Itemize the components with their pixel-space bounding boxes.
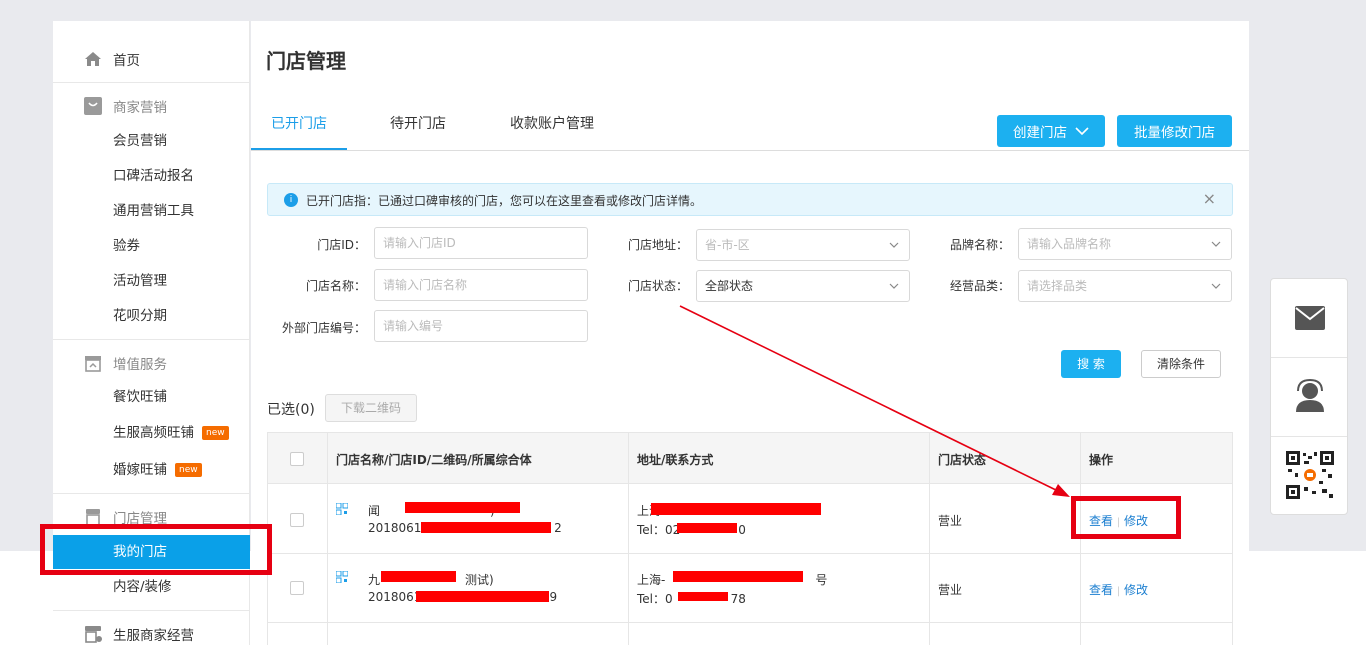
divider xyxy=(1271,436,1347,437)
mail-icon[interactable] xyxy=(1294,305,1326,331)
floating-service-panel xyxy=(1270,278,1348,515)
customer-service-icon[interactable] xyxy=(1293,379,1327,413)
qr-code-icon[interactable] xyxy=(1286,451,1334,499)
divider xyxy=(1271,357,1347,358)
annotation-arrow xyxy=(679,305,1070,497)
